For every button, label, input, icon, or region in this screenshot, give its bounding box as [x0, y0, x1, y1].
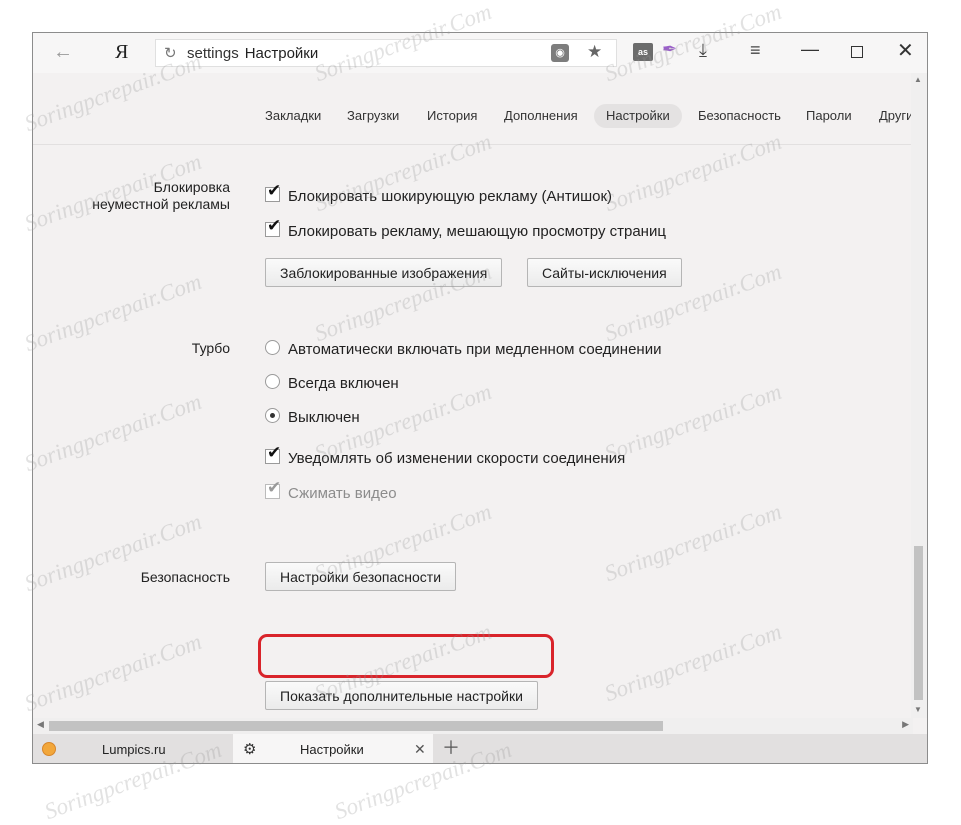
- tab-lumpics[interactable]: Lumpics.ru: [33, 734, 233, 763]
- maximize-icon[interactable]: [851, 46, 863, 58]
- tab-settings[interactable]: ⚙ Настройки ✕: [233, 734, 433, 763]
- notify-speed-label: Уведомлять об изменении скорости соедине…: [288, 450, 626, 467]
- turbo-always-radio[interactable]: Всегда включен: [265, 374, 399, 392]
- radio-unselected[interactable]: [265, 374, 280, 389]
- scroll-right-icon[interactable]: ▶: [902, 719, 909, 730]
- nav-downloads[interactable]: Загрузки: [335, 104, 411, 128]
- radio-selected[interactable]: [265, 408, 280, 423]
- nav-security[interactable]: Безопасность: [686, 104, 793, 128]
- tab-bar: Lumpics.ru ⚙ Настройки ✕ ＋: [33, 734, 927, 763]
- check-icon: ✔: [267, 216, 282, 235]
- notify-speed-checkbox[interactable]: ✔ Уведомлять об изменении скорости соедин…: [265, 443, 626, 467]
- checkbox-checked[interactable]: ✔: [265, 443, 281, 464]
- checkbox-checked[interactable]: ✔: [265, 181, 281, 202]
- address-bar[interactable]: ↻ settings Настройки ◉ ★: [155, 39, 617, 67]
- horizontal-scrollbar[interactable]: ◀ ▶: [33, 718, 913, 734]
- compress-video-checkbox: ✔ Сжимать видео: [265, 478, 397, 502]
- settings-nav: Закладки Загрузки История Дополнения Нас…: [33, 73, 913, 145]
- download-icon[interactable]: ⤓: [699, 40, 707, 61]
- pen-icon[interactable]: ✒: [662, 39, 677, 60]
- reload-icon[interactable]: ↻: [164, 44, 177, 62]
- nav-passwords[interactable]: Пароли: [794, 104, 864, 128]
- radio-dot: [270, 413, 275, 418]
- nav-history[interactable]: История: [415, 104, 489, 128]
- browser-window: ← Я ↻ settings Настройки ◉ ★ as ✒ ⤓ ≡ — ✕…: [32, 32, 928, 764]
- turbo-off-label: Выключен: [288, 409, 360, 426]
- turbo-section-label: Турбо: [191, 340, 230, 356]
- turbo-always-label: Всегда включен: [288, 375, 399, 392]
- yandex-logo[interactable]: Я: [115, 41, 128, 64]
- highlight-frame: [258, 634, 554, 678]
- antishock-label: Блокировать шокирующую рекламу (Антишок): [288, 188, 613, 205]
- minimize-icon[interactable]: —: [801, 39, 819, 60]
- turbo-auto-label: Автоматически включать при медленном сое…: [288, 341, 662, 358]
- ads-section-label: Блокировка неуместной рекламы: [92, 179, 230, 213]
- checkbox-checked-disabled: ✔: [265, 478, 281, 499]
- block-ads-checkbox[interactable]: ✔ Блокировать рекламу, мешающую просмотру…: [265, 216, 666, 240]
- check-icon: ✔: [267, 443, 282, 462]
- back-arrow-icon[interactable]: ←: [51, 41, 75, 64]
- star-icon[interactable]: ★: [587, 42, 602, 62]
- tab-settings-title: Настройки: [300, 742, 364, 757]
- security-settings-button[interactable]: Настройки безопасности: [265, 562, 457, 591]
- block-ads-label: Блокировать рекламу, мешающую просмотру …: [288, 223, 666, 240]
- nav-extensions[interactable]: Дополнения: [492, 104, 590, 128]
- check-icon: ✔: [267, 478, 282, 497]
- new-tab-icon[interactable]: ＋: [442, 734, 460, 763]
- compress-video-label: Сжимать видео: [288, 485, 397, 502]
- ads-label-line2: неуместной рекламы: [92, 196, 230, 212]
- radio-unselected[interactable]: [265, 340, 280, 355]
- site-exceptions-button[interactable]: Сайты-исключения: [527, 258, 682, 287]
- shield-icon[interactable]: ◉: [551, 44, 569, 62]
- blocked-images-button[interactable]: Заблокированные изображения: [265, 258, 503, 287]
- check-icon: ✔: [267, 181, 282, 200]
- nav-settings[interactable]: Настройки: [594, 104, 682, 128]
- vertical-scroll-thumb[interactable]: [914, 546, 923, 700]
- vertical-scrollbar[interactable]: ▲ ▼: [911, 73, 927, 718]
- lumpics-favicon-icon: [42, 742, 56, 756]
- settings-page: Закладки Загрузки История Дополнения Нас…: [33, 73, 913, 718]
- scroll-left-icon[interactable]: ◀: [37, 719, 44, 730]
- show-advanced-settings-button[interactable]: Показать дополнительные настройки: [265, 681, 538, 710]
- checkbox-checked[interactable]: ✔: [265, 216, 281, 237]
- close-icon[interactable]: ✕: [897, 38, 914, 63]
- tab-close-icon[interactable]: ✕: [414, 734, 426, 763]
- url-scheme: settings: [187, 45, 239, 62]
- turbo-auto-radio[interactable]: Автоматически включать при медленном сое…: [265, 340, 661, 358]
- nav-bookmarks[interactable]: Закладки: [253, 104, 333, 128]
- menu-icon[interactable]: ≡: [750, 40, 761, 61]
- security-section-label: Безопасность: [140, 569, 230, 585]
- url-title: Настройки: [244, 45, 319, 62]
- horizontal-scroll-thumb[interactable]: [49, 721, 663, 731]
- url-text[interactable]: settings Настройки: [187, 45, 318, 62]
- antishock-checkbox[interactable]: ✔ Блокировать шокирующую рекламу (Антишок…: [265, 181, 613, 205]
- title-bar: ← Я ↻ settings Настройки ◉ ★ as ✒ ⤓ ≡ — ✕: [33, 33, 927, 73]
- gear-icon: ⚙: [243, 741, 257, 758]
- scroll-up-icon[interactable]: ▲: [914, 75, 922, 84]
- lastfm-icon[interactable]: as: [633, 43, 653, 61]
- scroll-down-icon[interactable]: ▼: [914, 705, 922, 714]
- ads-label-line1: Блокировка: [153, 179, 230, 195]
- tab-lumpics-title: Lumpics.ru: [102, 742, 166, 757]
- turbo-off-radio[interactable]: Выключен: [265, 408, 360, 426]
